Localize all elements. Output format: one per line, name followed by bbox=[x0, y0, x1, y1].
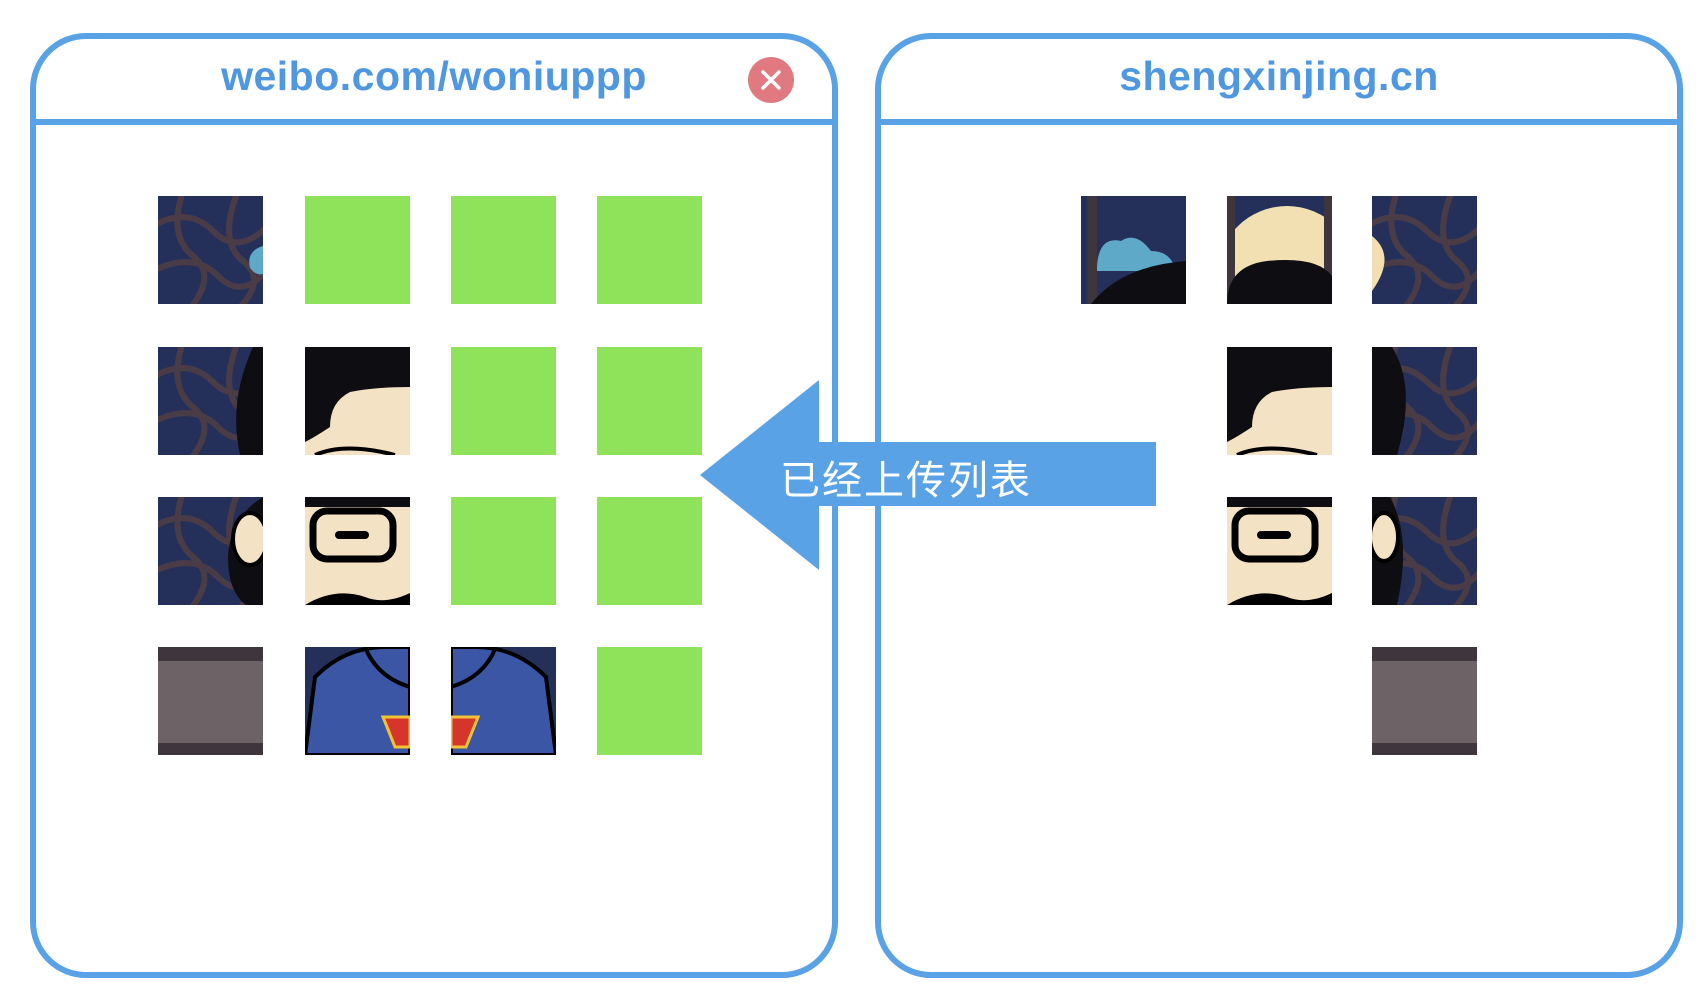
right-tile-glasses-face bbox=[1227, 497, 1332, 605]
left-tile-placeholder bbox=[451, 497, 556, 605]
left-tile-placeholder bbox=[597, 497, 702, 605]
left-window-title: weibo.com/woniuppp bbox=[221, 53, 647, 99]
right-tile-desk bbox=[1372, 647, 1477, 755]
right-tile-moon-head bbox=[1227, 196, 1332, 304]
arrow-label: 已经上传列表 bbox=[780, 458, 1032, 504]
right-window-titlebar: shengxinjing.cn bbox=[881, 39, 1677, 125]
left-tile-bg-lattice-moon-edge bbox=[158, 196, 263, 304]
right-tile-hair-lattice bbox=[1372, 347, 1477, 455]
left-tile-hoodie-right bbox=[451, 647, 556, 755]
left-tile-hoodie-left bbox=[305, 647, 410, 755]
left-tile-placeholder bbox=[597, 196, 702, 304]
right-tile-cloud-head bbox=[1081, 196, 1186, 304]
left-tile-bg-ear bbox=[158, 497, 263, 605]
left-tile-glasses-face bbox=[305, 497, 410, 605]
left-tile-placeholder bbox=[451, 347, 556, 455]
left-tile-placeholder bbox=[305, 196, 410, 304]
left-tile-bg-lattice-hair-edge bbox=[158, 347, 263, 455]
left-tile-placeholder bbox=[597, 647, 702, 755]
close-icon[interactable] bbox=[748, 57, 794, 103]
left-tile-hair-forehead bbox=[305, 347, 410, 455]
left-tile-placeholder bbox=[451, 196, 556, 304]
left-window-titlebar: weibo.com/woniuppp bbox=[36, 39, 832, 125]
right-tile-lattice-moon bbox=[1372, 196, 1477, 304]
left-tile-placeholder bbox=[597, 347, 702, 455]
right-tile-ear-lattice bbox=[1372, 497, 1477, 605]
left-tile-desk bbox=[158, 647, 263, 755]
right-tile-hair-forehead bbox=[1227, 347, 1332, 455]
right-window-title: shengxinjing.cn bbox=[1119, 53, 1439, 99]
